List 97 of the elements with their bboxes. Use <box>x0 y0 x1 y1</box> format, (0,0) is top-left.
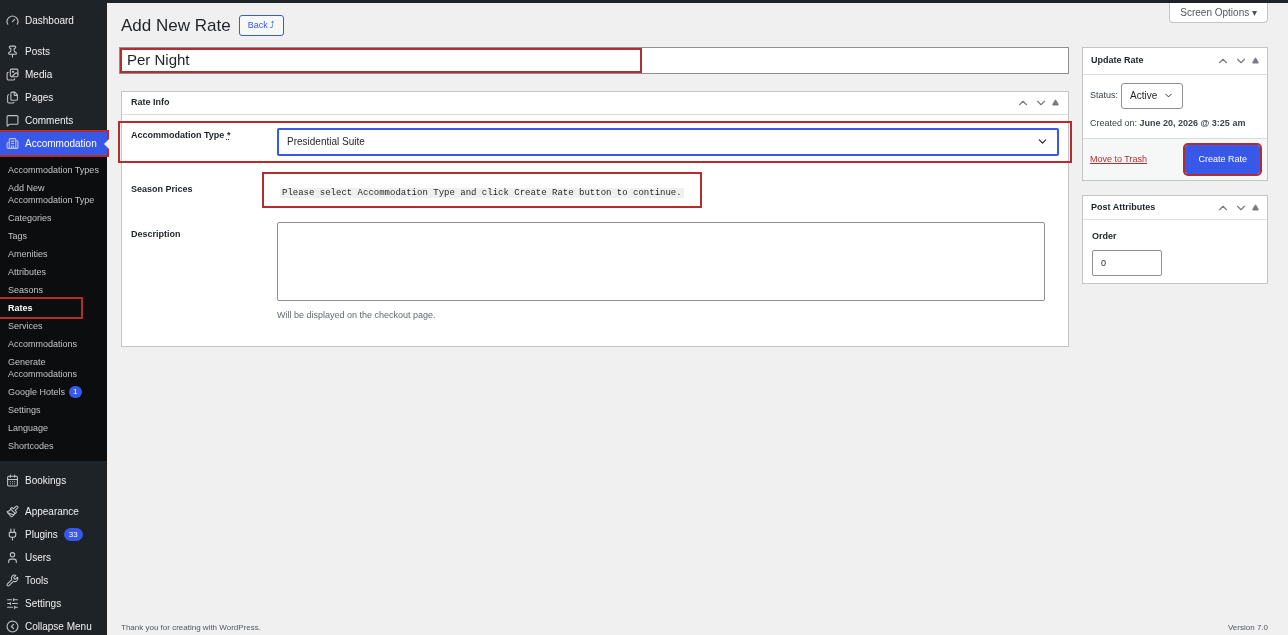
panel-title: Post Attributes <box>1091 200 1156 214</box>
menu-item[interactable]: Posts <box>0 40 107 63</box>
back-button[interactable]: Back ⤴ <box>238 15 285 37</box>
count-badge: 33 <box>63 528 83 541</box>
gauge-icon <box>6 14 19 27</box>
current-pointer-icon <box>104 137 110 150</box>
menu-item[interactable]: Appearance <box>0 500 107 523</box>
move-to-trash-link[interactable]: Move to Trash <box>1090 152 1148 167</box>
plug-icon <box>6 528 19 541</box>
field-label: Accommodation Type * <box>131 128 232 142</box>
field-hint: Will be displayed on the checkout page. <box>277 308 437 322</box>
status-label: Status: <box>1090 88 1118 102</box>
menu-label: Media <box>25 68 53 82</box>
menu-label: Pages <box>25 91 54 105</box>
menu-item[interactable]: Bookings <box>0 469 107 492</box>
submenu-item[interactable]: Seasons <box>0 281 107 299</box>
collapse-icon[interactable] <box>1252 204 1259 211</box>
title-field[interactable]: Per Night <box>119 46 1069 74</box>
submenu-label: Tags <box>8 230 27 242</box>
submenu-item[interactable]: Amenities <box>0 245 107 263</box>
pages-icon <box>6 91 19 104</box>
menu-item[interactable]: Tools <box>0 569 107 592</box>
menu-label: Dashboard <box>25 14 74 28</box>
submenu-label: Rates <box>8 302 33 314</box>
menu-item[interactable]: Settings <box>0 592 107 615</box>
menu-label: Tools <box>25 574 49 588</box>
menu-item[interactable]: Pages <box>0 86 107 109</box>
submenu-item[interactable]: Add New Accommodation Type <box>0 179 107 209</box>
collapse-icon[interactable] <box>1052 99 1059 106</box>
wrench-icon <box>6 574 19 587</box>
submenu-label: Google Hotels <box>8 386 66 398</box>
menu-item[interactable]: Dashboard <box>0 9 107 32</box>
sliders-icon <box>6 597 19 610</box>
field-label: Order <box>1092 230 1118 243</box>
submenu-item[interactable]: Accommodation Types <box>0 161 107 179</box>
menu-label: Posts <box>25 45 50 59</box>
menu-label: Settings <box>25 597 62 611</box>
submenu-label: Language <box>8 422 49 434</box>
menu-item[interactable]: Comments <box>0 109 107 132</box>
user-icon <box>6 551 19 564</box>
footer-text: Thank you for creating with WordPress. <box>121 622 261 634</box>
menu-label: Accommodation <box>25 137 97 151</box>
submenu-label: Attributes <box>8 266 47 278</box>
images-icon <box>6 68 19 81</box>
menu-item[interactable]: Plugins 33 <box>0 523 107 546</box>
count-badge: 1 <box>69 386 82 398</box>
menu-item[interactable]: Media <box>0 63 107 86</box>
submenu-item[interactable]: Generate Accommodations <box>0 353 107 383</box>
order-field[interactable]: 0 <box>1092 249 1162 276</box>
menu-label: Appearance <box>25 505 79 519</box>
submenu-label: Services <box>8 320 43 332</box>
description-field[interactable] <box>277 221 1045 301</box>
submenu-item[interactable]: Accommodations <box>0 335 107 353</box>
accommodation-type-select[interactable]: Presidential Suite <box>277 127 1059 156</box>
panel-title: Update Rate <box>1091 53 1144 67</box>
page-title: Add New Rate <box>121 15 231 37</box>
submenu-label: Amenities <box>8 248 48 260</box>
submenu-item[interactable]: Services <box>0 317 107 335</box>
submenu-label: Settings <box>8 404 41 416</box>
building-icon <box>6 137 19 150</box>
menu-label: Bookings <box>25 474 67 488</box>
field-label: Season Prices <box>131 182 194 196</box>
status-select[interactable]: Active <box>1121 82 1184 109</box>
version-text: Version 7.0 <box>1227 622 1268 634</box>
submenu-label: Accommodations <box>8 338 78 350</box>
submenu-label: Seasons <box>8 284 44 296</box>
menu-item[interactable]: Accommodation <box>0 132 107 155</box>
submenu-item[interactable]: Google Hotels 1 <box>0 383 107 401</box>
submenu-label: Categories <box>8 212 52 224</box>
submenu-item[interactable]: Language <box>0 419 107 437</box>
menu-label: Collapse Menu <box>25 620 92 634</box>
submenu-item[interactable]: Shortcodes <box>0 437 107 455</box>
submenu-item[interactable]: Attributes <box>0 263 107 281</box>
submenu-label: Add New Accommodation Type <box>8 182 96 206</box>
created-date: Created on: June 20, 2026 @ 3:25 am <box>1090 116 1247 130</box>
menu-label: Plugins <box>25 528 58 542</box>
submenu-label: Generate Accommodations <box>8 356 79 380</box>
pin-icon <box>6 45 19 58</box>
submenu-item[interactable]: Rates <box>0 299 81 317</box>
field-label: Description <box>131 227 182 241</box>
paintbrush-icon <box>6 505 19 518</box>
submenu-item[interactable]: Categories <box>0 209 107 227</box>
submenu-item[interactable]: Settings <box>0 401 107 419</box>
menu-item[interactable]: Collapse Menu <box>0 615 107 635</box>
notice-text: Please select Accommodation Type and click Create Rate button to continue. <box>280 187 684 198</box>
collapse-icon[interactable] <box>1252 57 1259 64</box>
menu-label: Comments <box>25 114 74 128</box>
calendar-icon <box>6 474 19 487</box>
menu-label: Users <box>25 551 52 565</box>
panel-title: Rate Info <box>131 95 170 109</box>
submenu-item[interactable]: Tags <box>0 227 107 245</box>
submenu-label: Shortcodes <box>8 440 54 452</box>
screen-options-button[interactable]: Screen Options ▾ <box>1169 3 1268 23</box>
menu-item[interactable]: Users <box>0 546 107 569</box>
speech-bubble-icon <box>6 114 19 127</box>
submenu-label: Accommodation Types <box>8 164 99 176</box>
create-rate-button[interactable]: Create Rate <box>1185 145 1260 174</box>
